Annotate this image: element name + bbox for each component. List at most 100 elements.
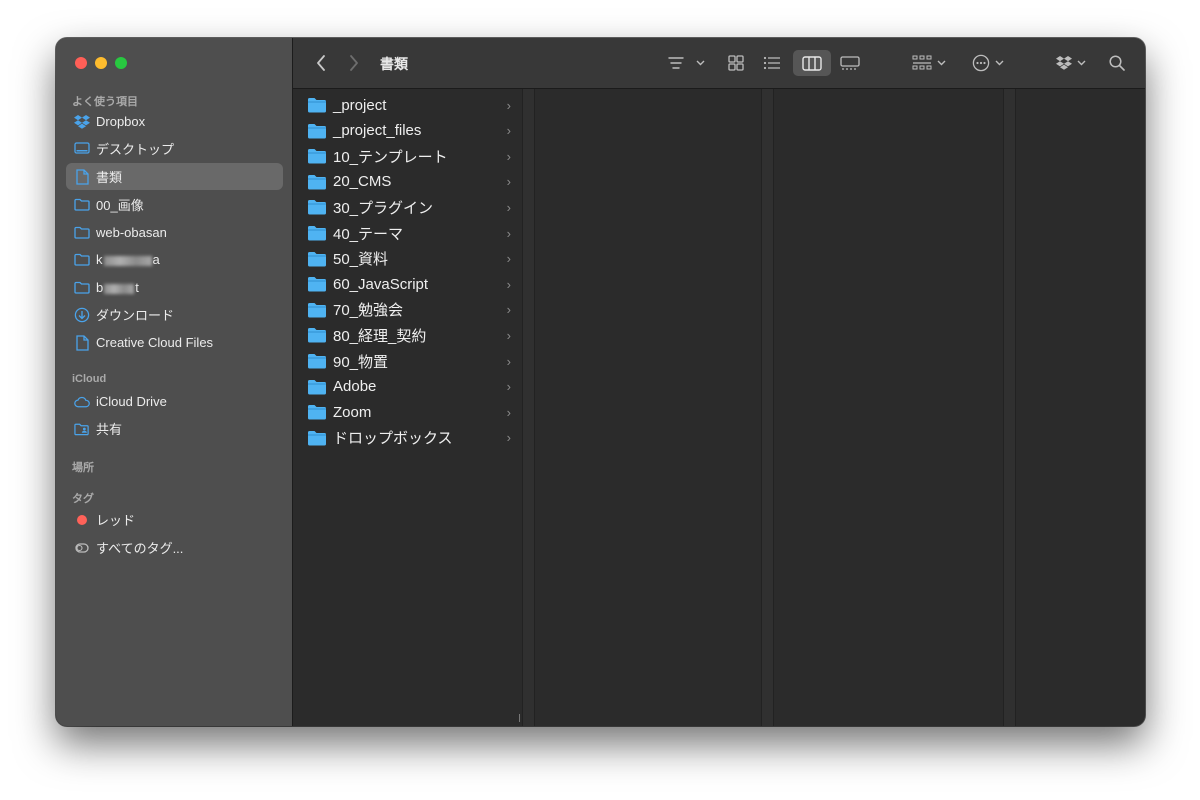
column-divider[interactable] bbox=[761, 89, 774, 726]
list-view-button[interactable] bbox=[759, 52, 785, 74]
dropbox-toolbar-button[interactable] bbox=[1053, 52, 1089, 74]
chevron-left-icon bbox=[317, 55, 325, 71]
sidebar-item-redacted-b[interactable]: bt bbox=[66, 274, 283, 301]
redacted-text bbox=[103, 255, 152, 266]
zoom-button[interactable] bbox=[115, 57, 127, 69]
column-divider[interactable] bbox=[1003, 89, 1016, 726]
sidebar-item-tag-red[interactable]: レッド bbox=[66, 506, 283, 533]
folder-row[interactable]: 50_資料 › bbox=[307, 247, 513, 271]
sidebar-item-label: すべてのタグ... bbox=[96, 541, 184, 556]
folder-name: 40_テーマ bbox=[333, 225, 404, 243]
folder-row[interactable]: Zoom › bbox=[307, 400, 513, 424]
sidebar-item-images[interactable]: 00_画像 bbox=[66, 191, 283, 218]
folder-icon bbox=[74, 280, 90, 296]
column-view-button[interactable] bbox=[793, 50, 831, 76]
chevron-right-icon: › bbox=[506, 327, 511, 343]
folder-row[interactable]: _project › bbox=[307, 93, 513, 117]
folder-icon bbox=[308, 277, 326, 292]
close-button[interactable] bbox=[75, 57, 87, 69]
sidebar-item-label: bt bbox=[96, 280, 139, 295]
icon-view-button[interactable] bbox=[724, 52, 748, 74]
section-title-icloud: iCloud bbox=[72, 373, 107, 385]
chevron-right-icon: › bbox=[506, 251, 511, 267]
chevron-right-icon: › bbox=[506, 174, 511, 190]
sidebar-item-downloads[interactable]: ダウンロード bbox=[66, 301, 283, 328]
minimize-button[interactable] bbox=[95, 57, 107, 69]
chevron-right-icon: › bbox=[506, 379, 511, 395]
download-icon bbox=[74, 307, 90, 323]
column-browser: _project › _project_files › 10_テンプレート › 20_CMS… bbox=[293, 89, 1145, 726]
column-4 bbox=[1016, 89, 1145, 726]
chevron-right-icon: › bbox=[506, 302, 511, 318]
folder-row[interactable]: 30_プラグイン › bbox=[307, 195, 513, 219]
chevron-right-icon bbox=[350, 55, 358, 71]
chevron-right-icon: › bbox=[506, 430, 511, 446]
more-actions-button[interactable] bbox=[969, 52, 1007, 74]
sidebar: よく使う項目 Dropbox デスクトップ 書類 00_画像 web-obasa… bbox=[56, 38, 293, 726]
chevron-right-icon: › bbox=[506, 199, 511, 215]
folder-icon bbox=[74, 252, 90, 268]
folder-name: 30_プラグイン bbox=[333, 199, 434, 217]
sidebar-item-label: Creative Cloud Files bbox=[96, 335, 214, 350]
forward-button[interactable] bbox=[342, 52, 366, 74]
section-title-favorites: よく使う項目 bbox=[72, 96, 138, 108]
search-button[interactable] bbox=[1105, 52, 1129, 74]
toolbar: 書類 bbox=[293, 38, 1145, 89]
folder-row[interactable]: 20_CMS › bbox=[307, 170, 513, 194]
folder-icon bbox=[308, 354, 326, 369]
section-title-locations: 場所 bbox=[72, 462, 94, 474]
sidebar-item-documents[interactable]: 書類 bbox=[66, 163, 283, 190]
folder-icon bbox=[308, 149, 326, 164]
folder-row[interactable]: ドロップボックス › bbox=[307, 426, 513, 450]
folder-name: 80_経理_契約 bbox=[333, 327, 427, 345]
sidebar-item-label: 00_画像 bbox=[96, 198, 144, 213]
folder-row[interactable]: _project_files › bbox=[307, 119, 513, 143]
dropbox-icon bbox=[74, 114, 90, 130]
column-divider[interactable] bbox=[522, 89, 535, 726]
folder-icon bbox=[308, 430, 326, 446]
sort-list-icon bbox=[667, 57, 684, 69]
sidebar-item-icloud-drive[interactable]: iCloud Drive bbox=[66, 388, 283, 415]
sidebar-item-label: ka bbox=[96, 252, 160, 267]
folder-row[interactable]: 90_物置 › bbox=[307, 349, 513, 373]
folder-icon bbox=[308, 98, 326, 113]
folder-icon bbox=[308, 379, 326, 395]
dropbox-icon bbox=[1056, 56, 1072, 70]
sidebar-item-shared[interactable]: 共有 bbox=[66, 415, 283, 442]
chevron-right-icon: › bbox=[506, 148, 511, 164]
folder-icon bbox=[308, 174, 326, 190]
group-sort-button[interactable] bbox=[665, 52, 707, 74]
folder-row[interactable]: Adobe › bbox=[307, 375, 513, 399]
sidebar-item-desktop[interactable]: デスクトップ bbox=[66, 135, 283, 162]
folder-icon bbox=[308, 123, 326, 139]
folder-row[interactable]: 40_テーマ › bbox=[307, 221, 513, 245]
sidebar-item-web-obasan[interactable]: web-obasan bbox=[66, 219, 283, 246]
folder-row[interactable]: 70_勉強会 › bbox=[307, 298, 513, 322]
gallery-view-button[interactable] bbox=[837, 52, 863, 74]
group-button[interactable] bbox=[910, 52, 948, 74]
chevron-down-icon bbox=[937, 60, 946, 66]
folder-row[interactable]: 80_経理_契約 › bbox=[307, 323, 513, 347]
chevron-right-icon: › bbox=[506, 97, 511, 113]
columns-icon bbox=[802, 55, 822, 71]
folder-icon bbox=[308, 251, 326, 267]
sidebar-item-all-tags[interactable]: すべてのタグ... bbox=[66, 534, 283, 561]
icon-grid-icon bbox=[728, 55, 744, 71]
desktop-icon bbox=[74, 141, 90, 157]
folder-name: _project_files bbox=[333, 122, 422, 140]
back-button[interactable] bbox=[309, 52, 333, 74]
section-title-tags: タグ bbox=[72, 493, 94, 505]
sidebar-item-dropbox[interactable]: Dropbox bbox=[66, 108, 283, 135]
sidebar-item-redacted-k[interactable]: ka bbox=[66, 246, 283, 273]
folder-row[interactable]: 60_JavaScript › bbox=[307, 272, 513, 296]
chevron-right-icon: › bbox=[506, 276, 511, 292]
sidebar-item-creative-cloud[interactable]: Creative Cloud Files bbox=[66, 329, 283, 356]
red-tag-icon bbox=[74, 512, 90, 528]
sidebar-item-label: ダウンロード bbox=[96, 308, 175, 323]
folder-icon bbox=[308, 226, 326, 241]
folder-row[interactable]: 10_テンプレート › bbox=[307, 144, 513, 168]
window-title: 書類 bbox=[380, 56, 408, 72]
chevron-right-icon: › bbox=[506, 225, 511, 241]
folder-name: Adobe bbox=[333, 378, 377, 396]
folder-name: 20_CMS bbox=[333, 173, 392, 191]
